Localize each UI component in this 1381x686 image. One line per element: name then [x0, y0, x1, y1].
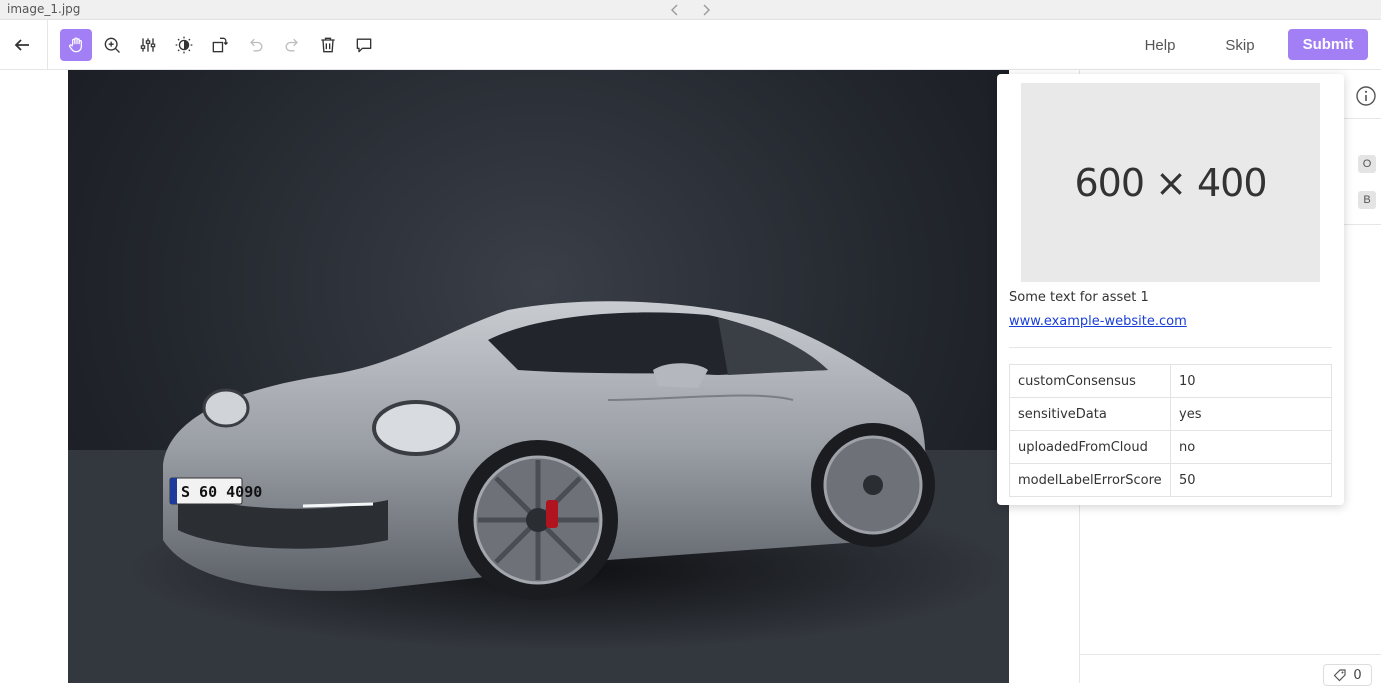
- toolbar: Help Skip Submit: [0, 20, 1381, 70]
- panel-divider: [1080, 654, 1381, 655]
- metadata-value: 50: [1170, 463, 1332, 497]
- metadata-table: customConsensus 10 sensitiveData yes uploade…: [1009, 364, 1332, 497]
- rotate-button[interactable]: [204, 29, 236, 61]
- back-arrow-icon[interactable]: [10, 33, 34, 57]
- info-icon[interactable]: [1355, 85, 1377, 107]
- brightness-button[interactable]: [168, 29, 200, 61]
- trash-icon: [321, 37, 335, 53]
- toolbar-divider: [47, 20, 48, 70]
- delete-button[interactable]: [312, 29, 344, 61]
- comment-button[interactable]: [348, 29, 380, 61]
- file-bar: image_1.jpg: [0, 0, 1381, 20]
- asset-link[interactable]: www.example-website.com: [1009, 314, 1187, 329]
- metadata-key: modelLabelErrorScore: [1009, 463, 1171, 497]
- metadata-row: customConsensus 10: [1009, 364, 1332, 398]
- redo-icon: [285, 38, 298, 52]
- metadata-row: uploadedFromCloud no: [1009, 430, 1332, 464]
- metadata-value: no: [1170, 430, 1332, 464]
- hand-icon: [68, 37, 82, 53]
- skip-button[interactable]: Skip: [1216, 30, 1264, 60]
- rotate-icon: [212, 37, 228, 53]
- asset-description: Some text for asset 1: [1009, 290, 1149, 305]
- metadata-key: uploadedFromCloud: [1009, 430, 1171, 464]
- help-button[interactable]: Help: [1136, 30, 1184, 60]
- image-canvas[interactable]: S 60 4090: [68, 70, 1009, 683]
- redo-button[interactable]: [276, 29, 308, 61]
- undo-button[interactable]: [240, 29, 272, 61]
- submit-button[interactable]: Submit: [1288, 29, 1368, 60]
- tag-icon: [1334, 669, 1346, 682]
- file-name: image_1.jpg: [7, 2, 81, 16]
- popup-divider: [1009, 347, 1332, 348]
- metadata-value: yes: [1170, 397, 1332, 431]
- previous-image-icon[interactable]: [667, 2, 683, 18]
- metadata-key: customConsensus: [1009, 364, 1171, 398]
- undo-icon: [250, 38, 263, 52]
- metadata-value: 10: [1170, 364, 1332, 398]
- pan-tool-button[interactable]: [60, 29, 92, 61]
- metadata-row: modelLabelErrorScore 50: [1009, 463, 1332, 497]
- zoom-in-icon: [104, 37, 120, 53]
- car-image: S 60 4090: [68, 301, 1009, 683]
- brightness-icon: [175, 36, 193, 54]
- label-count-value: 0: [1353, 667, 1362, 683]
- asset-preview-image: 600 × 400: [1021, 83, 1320, 282]
- adjustments-button[interactable]: [132, 29, 164, 61]
- comment-icon: [356, 38, 372, 53]
- asset-info-popup: 600 × 400 Some text for asset 1 www.exam…: [997, 74, 1344, 505]
- zoom-in-button[interactable]: [96, 29, 128, 61]
- next-image-icon[interactable]: [698, 2, 714, 18]
- metadata-row: sensitiveData yes: [1009, 397, 1332, 431]
- license-plate: S 60 4090: [181, 483, 262, 501]
- shortcut-badge-o: O: [1358, 155, 1376, 173]
- sliders-icon: [140, 38, 156, 52]
- metadata-key: sensitiveData: [1009, 397, 1171, 431]
- shortcut-badge-b: B: [1358, 191, 1376, 209]
